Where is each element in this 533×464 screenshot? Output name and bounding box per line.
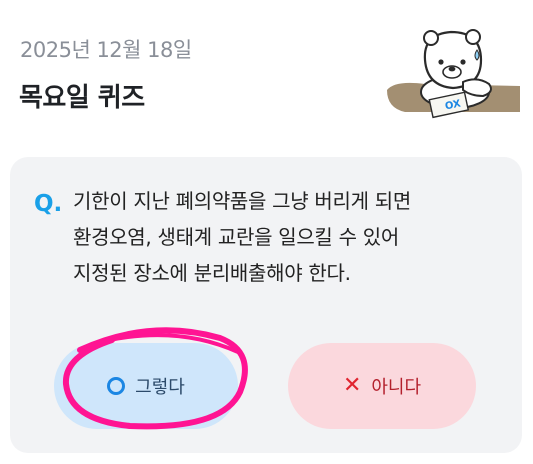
question-label: Q. bbox=[34, 191, 63, 217]
question-line: 기한이 지난 폐의약품을 그냥 버리게 되면 bbox=[73, 189, 411, 213]
page-title: 목요일 퀴즈 bbox=[19, 83, 145, 113]
answer-yes-button[interactable]: 그렇다 bbox=[54, 343, 238, 429]
x-mark-icon: ✕ bbox=[342, 373, 362, 398]
question-text: 기한이 지난 폐의약품을 그냥 버리게 되면 환경오염, 생태계 교란을 일으킬… bbox=[73, 183, 503, 291]
polar-bear-mascot-illustration: OX bbox=[387, 29, 520, 119]
quiz-date: 2025년 12월 18일 bbox=[20, 38, 192, 62]
question-line: 지정된 장소에 분리배출해야 한다. bbox=[73, 261, 351, 285]
question-line: 환경오염, 생태계 교란을 일으킬 수 있어 bbox=[73, 225, 399, 249]
answer-yes-label: 그렇다 bbox=[135, 377, 185, 398]
quiz-card: Q. 기한이 지난 폐의약품을 그냥 버리게 되면 환경오염, 생태계 교란을 … bbox=[10, 157, 522, 453]
answer-no-button[interactable]: ✕ 아니다 bbox=[288, 343, 476, 429]
circle-o-icon bbox=[107, 377, 126, 395]
answer-no-label: 아니다 bbox=[371, 377, 422, 398]
